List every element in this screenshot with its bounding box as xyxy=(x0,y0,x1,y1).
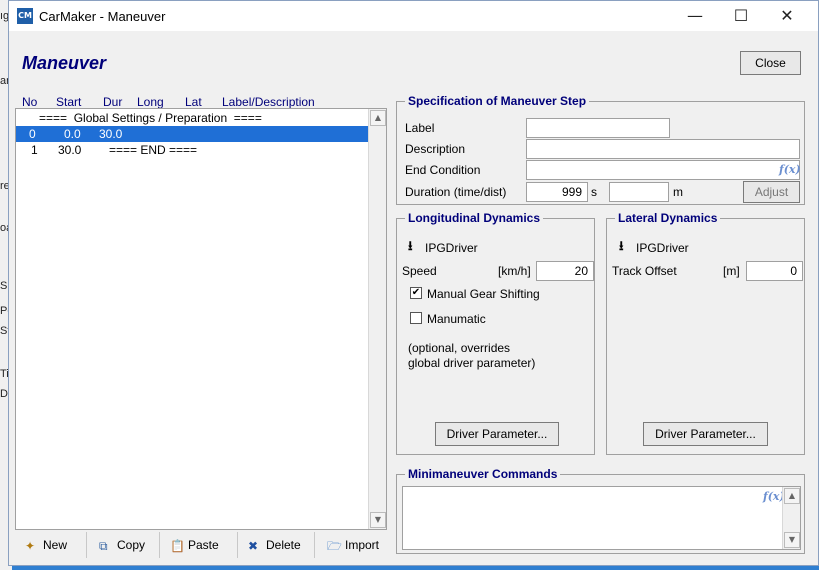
maneuver-window: CM CarMaker - Maneuver — ☐ ✕ Maneuver Cl… xyxy=(8,0,819,566)
column-header-start[interactable]: Start xyxy=(56,95,81,109)
distance-unit: m xyxy=(673,185,683,199)
label-input[interactable] xyxy=(526,118,670,138)
delete-button[interactable]: ✖ Delete xyxy=(238,532,315,558)
duration-unit: s xyxy=(591,185,597,199)
speed-unit: [km/h] xyxy=(498,264,531,278)
column-header-long[interactable]: Long xyxy=(137,95,164,109)
row-start: 30.0 xyxy=(58,143,82,157)
copy-button[interactable]: ⧉ Copy xyxy=(87,532,160,558)
delete-label: Delete xyxy=(266,538,301,552)
column-header-lat[interactable]: Lat xyxy=(185,95,202,109)
scroll-up-arrow-icon[interactable]: ▲ xyxy=(784,488,800,504)
new-label: New xyxy=(43,538,68,552)
download-icon[interactable]: ⭳ xyxy=(408,240,422,254)
manual-gear-label: Manual Gear Shifting xyxy=(427,287,540,301)
bg-fragment: S xyxy=(0,280,8,292)
title-bar[interactable]: CM CarMaker - Maneuver — ☐ ✕ xyxy=(9,1,818,31)
row-description: ==== Global Settings / Preparation ==== xyxy=(39,111,262,125)
checkmark-icon: ✔ xyxy=(411,287,421,298)
list-item-end[interactable]: 1 30.0 ==== END ==== xyxy=(16,142,370,158)
distance-input[interactable] xyxy=(609,182,669,202)
label-label: Label xyxy=(405,121,435,135)
page-title: Maneuver xyxy=(22,53,107,73)
spec-group: Specification of Maneuver Step Label Des… xyxy=(396,94,805,205)
row-dur: 30.0 xyxy=(99,127,123,141)
minimize-icon: — xyxy=(687,6,703,25)
maximize-icon: ☐ xyxy=(733,6,749,25)
scroll-down-arrow-icon[interactable]: ▼ xyxy=(784,532,800,548)
scroll-down-arrow-icon[interactable]: ▼ xyxy=(370,512,386,528)
row-description: ==== END ==== xyxy=(109,143,198,157)
carmaker-app-icon: CM xyxy=(17,8,33,24)
minimaneuver-group: Minimaneuver Commands f(x) ▲ ▼ xyxy=(396,467,805,554)
paste-icon: 📋 xyxy=(170,538,185,553)
list-item-global-settings[interactable]: ==== Global Settings / Preparation ==== xyxy=(16,110,370,126)
import-button[interactable]: 🗁 Import xyxy=(315,532,387,558)
paste-label: Paste xyxy=(188,538,219,552)
longitudinal-legend: Longitudinal Dynamics xyxy=(408,211,541,225)
lateral-group: Lateral Dynamics ⭳ IPGDriver Track Offse… xyxy=(606,211,805,455)
lateral-driver-parameter-button[interactable]: Driver Parameter... xyxy=(643,422,768,446)
column-header-dur[interactable]: Dur xyxy=(103,95,122,109)
speed-label: Speed xyxy=(402,264,437,278)
copy-icon: ⧉ xyxy=(99,538,108,553)
copy-label: Copy xyxy=(117,538,146,552)
longitudinal-group: Longitudinal Dynamics ⭳ IPGDriver Speed … xyxy=(396,211,595,455)
close-button[interactable]: Close xyxy=(740,51,801,75)
minimaneuver-legend: Minimaneuver Commands xyxy=(408,467,558,481)
maximize-button[interactable]: ☐ xyxy=(718,1,764,31)
duration-label: Duration (time/dist) xyxy=(405,185,507,199)
window-close-button[interactable]: ✕ xyxy=(764,1,810,31)
duration-input[interactable]: 999 xyxy=(526,182,588,202)
column-header-label[interactable]: Label/Description xyxy=(222,95,315,109)
description-label: Description xyxy=(405,142,466,156)
longitudinal-driver-label[interactable]: IPGDriver xyxy=(425,241,478,255)
row-start: 0.0 xyxy=(64,127,81,141)
description-input[interactable] xyxy=(526,139,800,159)
delete-icon: ✖ xyxy=(248,538,259,553)
formula-icon[interactable]: f(x) xyxy=(779,163,801,176)
minimaneuver-commands-input[interactable]: f(x) ▲ ▼ xyxy=(402,486,801,550)
longitudinal-driver-parameter-button[interactable]: Driver Parameter... xyxy=(435,422,559,446)
row-no: 0 xyxy=(29,127,36,141)
window-title: CarMaker - Maneuver xyxy=(39,9,166,24)
row-no: 1 xyxy=(31,143,38,157)
track-offset-label: Track Offset xyxy=(612,264,677,278)
import-label: Import xyxy=(345,538,380,552)
new-document-icon: ✦ xyxy=(25,538,36,553)
manual-gear-checkbox[interactable]: ✔ xyxy=(410,287,422,299)
driver-note-line2: global driver parameter) xyxy=(408,356,536,370)
lateral-driver-label[interactable]: IPGDriver xyxy=(636,241,689,255)
end-condition-label: End Condition xyxy=(405,163,481,177)
manumatic-checkbox[interactable] xyxy=(410,312,422,324)
lateral-legend: Lateral Dynamics xyxy=(618,211,718,225)
list-item-step-0[interactable]: 0 0.0 30.0 xyxy=(16,126,370,142)
end-condition-input[interactable] xyxy=(526,160,800,180)
download-icon[interactable]: ⭳ xyxy=(619,240,633,254)
track-offset-unit: [m] xyxy=(723,264,740,278)
driver-note-line1: (optional, overrides xyxy=(408,341,511,355)
paste-button[interactable]: 📋 Paste xyxy=(160,532,238,558)
list-toolbar: ✦ New ⧉ Copy 📋 Paste ✖ Delete 🗁 Import xyxy=(15,532,387,558)
column-header-no[interactable]: No xyxy=(22,95,37,109)
commands-scrollbar[interactable]: ▲ ▼ xyxy=(782,487,800,549)
list-scrollbar[interactable]: ▲ ▼ xyxy=(368,109,386,529)
close-icon: ✕ xyxy=(780,6,794,25)
new-button[interactable]: ✦ New xyxy=(15,532,87,558)
speed-input[interactable]: 20 xyxy=(536,261,594,281)
folder-icon: 🗁 xyxy=(327,538,342,553)
adjust-button[interactable]: Adjust xyxy=(743,181,800,203)
track-offset-input[interactable]: 0 xyxy=(746,261,803,281)
manumatic-label: Manumatic xyxy=(427,312,486,326)
scroll-up-arrow-icon[interactable]: ▲ xyxy=(370,110,386,126)
minimize-button[interactable]: — xyxy=(672,1,718,31)
spec-legend: Specification of Maneuver Step xyxy=(408,94,587,108)
maneuver-list[interactable]: ==== Global Settings / Preparation ==== … xyxy=(15,108,387,530)
